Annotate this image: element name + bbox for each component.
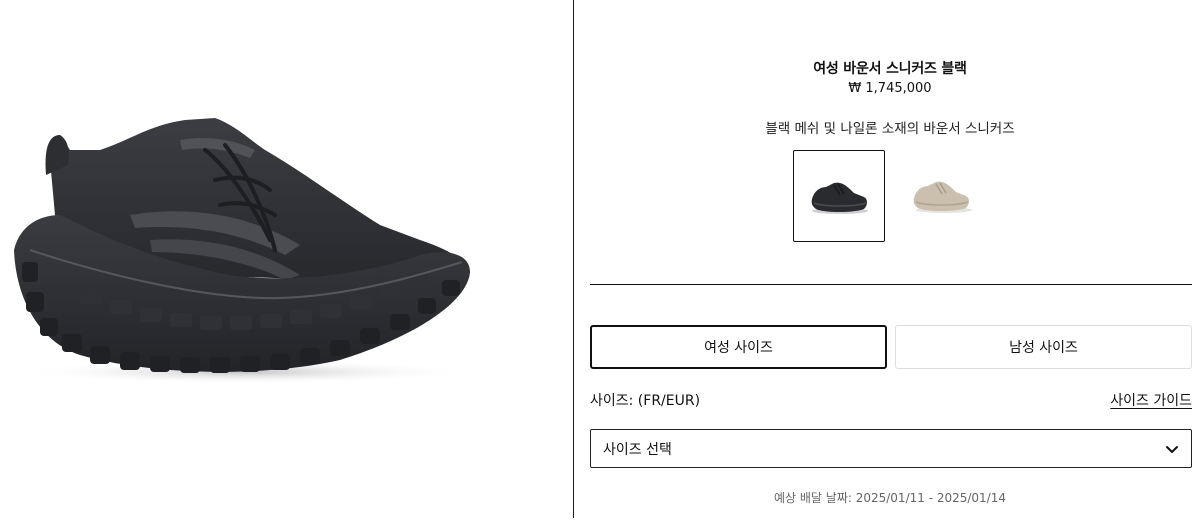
product-description: 블랙 메쉬 및 나일론 소재의 바운서 스니커즈 bbox=[765, 121, 1015, 137]
color-swatch-black[interactable] bbox=[793, 150, 885, 242]
color-swatch-beige[interactable] bbox=[898, 150, 990, 242]
estimated-delivery: 예상 배달 날짜: 2025/01/11 - 2025/01/14 bbox=[773, 491, 1006, 505]
tab-womens-size[interactable]: 여성 사이즈 bbox=[590, 325, 887, 369]
product-info-pane: 여성 바운서 스니커즈 블랙 ₩ 1,745,000 블랙 메쉬 및 나일론 소… bbox=[574, 0, 1200, 518]
product-title: 여성 바운서 스니커즈 블랙 bbox=[813, 61, 967, 77]
product-image-pane bbox=[0, 0, 573, 518]
sneaker-black-thumbnail bbox=[811, 182, 868, 214]
product-main-image[interactable] bbox=[0, 0, 573, 518]
chevron-down-icon bbox=[1165, 442, 1179, 456]
size-guide-link[interactable]: 사이즈 가이드 bbox=[1110, 390, 1192, 410]
product-price: ₩ 1,745,000 bbox=[848, 81, 932, 96]
size-select-dropdown[interactable]: 사이즈 선택 bbox=[590, 429, 1192, 468]
size-system-label: 사이즈: (FR/EUR) bbox=[590, 393, 701, 409]
tab-mens-size[interactable]: 남성 사이즈 bbox=[895, 325, 1192, 369]
sneaker-beige-thumbnail bbox=[913, 181, 972, 213]
section-divider bbox=[590, 284, 1192, 285]
size-select-value: 사이즈 선택 bbox=[603, 441, 672, 458]
